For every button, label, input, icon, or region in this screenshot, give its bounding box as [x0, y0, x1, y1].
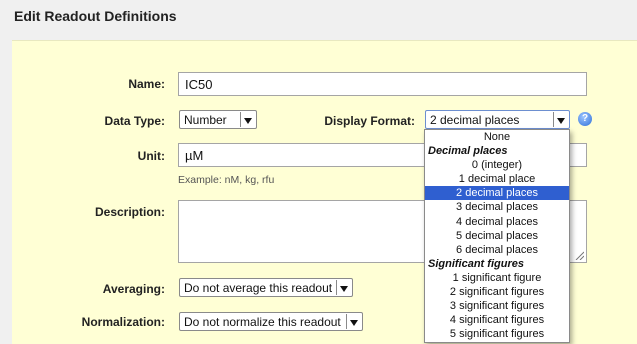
name-input[interactable]: IC50 — [178, 72, 587, 96]
dropdown-option[interactable]: 0 (integer) — [425, 158, 569, 172]
dropdown-option[interactable]: 3 significant figures — [425, 299, 569, 313]
display-format-label: Display Format: — [324, 114, 415, 128]
averaging-value: Do not average this readout — [184, 281, 333, 295]
page-title: Edit Readout Definitions — [14, 8, 177, 24]
display-format-dropdown: None Decimal places 0 (integer) 1 decima… — [424, 129, 570, 343]
averaging-label: Averaging: — [102, 282, 165, 296]
dropdown-option[interactable]: 2 significant figures — [425, 285, 569, 299]
display-format-select[interactable]: 2 decimal places — [425, 110, 570, 129]
dropdown-option[interactable]: 1 decimal place — [425, 172, 569, 186]
dropdown-option[interactable]: 6 decimal places — [425, 243, 569, 257]
chevron-down-icon — [240, 112, 255, 127]
data-type-value: Number — [184, 113, 227, 127]
resize-grip-icon[interactable] — [574, 250, 584, 260]
dropdown-option[interactable]: 5 significant figures — [425, 327, 569, 341]
normalization-value: Do not normalize this readout — [184, 315, 341, 329]
dropdown-option[interactable]: 5 decimal places — [425, 229, 569, 243]
display-format-value: 2 decimal places — [430, 113, 520, 127]
description-label: Description: — [94, 205, 165, 219]
data-type-select[interactable]: Number — [179, 110, 257, 129]
dropdown-option-none[interactable]: None — [425, 130, 569, 144]
chevron-down-icon — [346, 314, 361, 329]
normalization-select[interactable]: Do not normalize this readout — [179, 312, 363, 331]
averaging-select[interactable]: Do not average this readout — [179, 278, 353, 297]
chevron-down-icon — [336, 280, 351, 295]
dropdown-option[interactable]: 4 decimal places — [425, 215, 569, 229]
name-label: Name: — [128, 77, 165, 91]
dropdown-option[interactable]: 3 decimal places — [425, 200, 569, 214]
dropdown-group-decimal: Decimal places — [428, 145, 508, 158]
data-type-label: Data Type: — [104, 114, 165, 128]
dropdown-group-significant: Significant figures — [428, 257, 524, 270]
dropdown-option[interactable]: 1 significant figure — [425, 271, 569, 285]
unit-hint: Example: nM, kg, rfu — [178, 174, 275, 186]
help-icon[interactable]: ? — [578, 112, 592, 126]
unit-label: Unit: — [137, 149, 165, 163]
chevron-down-icon — [553, 112, 568, 127]
dropdown-option-selected[interactable]: 2 decimal places — [425, 186, 569, 201]
normalization-label: Normalization: — [81, 315, 165, 329]
dropdown-option[interactable]: 4 significant figures — [425, 313, 569, 327]
